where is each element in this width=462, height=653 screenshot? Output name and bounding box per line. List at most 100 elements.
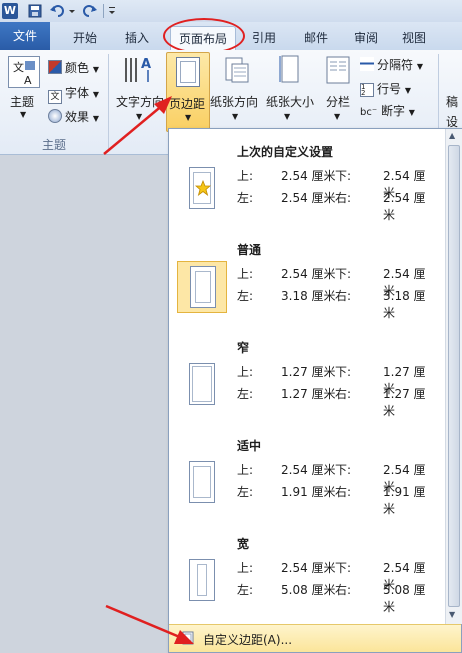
hyphenation-button[interactable]: bc⁻ 断字 ▼ bbox=[360, 102, 415, 119]
theme-colors-button[interactable]: 颜色 ▼ bbox=[48, 59, 99, 76]
top-value: 2.54 厘米 bbox=[281, 561, 336, 575]
scroll-down-icon[interactable]: ▼ bbox=[449, 610, 455, 619]
draft-button-label[interactable]: 稿 bbox=[446, 93, 458, 110]
margins-dropdown-icon: ▼ bbox=[185, 113, 192, 122]
breaks-button[interactable]: 分隔符 ▼ bbox=[360, 56, 423, 73]
custom-margins-label: 自定义边距(A)... bbox=[203, 633, 293, 647]
breaks-icon bbox=[360, 57, 374, 71]
margin-preset-name: 宽 bbox=[237, 537, 250, 551]
left-label: 左: bbox=[237, 191, 254, 205]
top-label: 上: bbox=[237, 365, 254, 379]
margin-preset-thumbnail bbox=[177, 163, 227, 215]
columns-dropdown-icon[interactable]: ▼ bbox=[334, 112, 340, 121]
theme-colors-icon bbox=[48, 60, 62, 74]
word-app-icon[interactable]: W bbox=[2, 3, 18, 19]
tab-home[interactable]: 开始 bbox=[62, 26, 108, 50]
annotation-arrow-to-margins bbox=[103, 96, 172, 155]
right-value: 1.91 厘米 bbox=[383, 485, 426, 516]
scroll-up-icon[interactable]: ▲ bbox=[449, 131, 455, 140]
bottom-label: 下: bbox=[335, 169, 352, 183]
margins-gallery-list: 上次的自定义设置 上: 2.54 厘米 下: 2.54 厘米 左: 2.54 厘… bbox=[169, 129, 445, 624]
hyphenation-label: 断字 bbox=[380, 104, 405, 118]
top-label: 上: bbox=[237, 463, 254, 477]
margin-preset-normal[interactable]: 普通 上: 2.54 厘米 下: 2.54 厘米 左: 3.18 厘米 右: 3… bbox=[169, 227, 445, 325]
right-label: 右: bbox=[335, 387, 352, 401]
paper-size-label[interactable]: 纸张大小 bbox=[266, 93, 314, 110]
margin-preset-wide[interactable]: 宽 上: 2.54 厘米 下: 2.54 厘米 左: 5.08 厘米 右: 5.… bbox=[169, 521, 445, 619]
top-value: 2.54 厘米 bbox=[281, 169, 336, 183]
last-custom-page-icon bbox=[189, 167, 215, 209]
orientation-icon[interactable] bbox=[224, 54, 250, 84]
margins-icon bbox=[176, 57, 200, 87]
text-direction-icon[interactable]: A bbox=[122, 54, 156, 84]
annotation-arrow-to-custom-margins bbox=[105, 604, 194, 644]
undo-dropdown-icon[interactable] bbox=[68, 3, 76, 19]
top-label: 上: bbox=[237, 169, 254, 183]
hyphenation-icon: bc⁻ bbox=[360, 107, 378, 118]
left-value: 3.18 厘米 bbox=[281, 289, 336, 303]
bottom-label: 下: bbox=[335, 267, 352, 281]
right-label: 右: bbox=[335, 191, 352, 205]
top-label: 上: bbox=[237, 561, 254, 575]
tab-review[interactable]: 审阅 bbox=[346, 26, 386, 50]
right-value: 5.08 厘米 bbox=[383, 583, 426, 614]
svg-text:A: A bbox=[24, 74, 32, 87]
tab-references[interactable]: 引用 bbox=[244, 26, 284, 50]
theme-fonts-label: 字体 bbox=[65, 86, 90, 100]
bottom-label: 下: bbox=[335, 561, 352, 575]
left-value: 5.08 厘米 bbox=[281, 583, 336, 597]
margins-gallery: 上次的自定义设置 上: 2.54 厘米 下: 2.54 厘米 左: 2.54 厘… bbox=[168, 128, 462, 653]
theme-button-label[interactable]: 主题 bbox=[10, 93, 34, 110]
line-numbers-icon: 12 bbox=[360, 83, 374, 97]
group-label-theme: 主题 bbox=[42, 138, 67, 152]
tab-view[interactable]: 视图 bbox=[394, 26, 434, 50]
left-label: 左: bbox=[237, 583, 254, 597]
theme-fonts-button[interactable]: 文字体 ▼ bbox=[48, 84, 99, 104]
gallery-scrollbar[interactable]: ▲ ▼ bbox=[445, 129, 462, 624]
undo-icon[interactable] bbox=[50, 3, 66, 19]
margin-preset-name: 普通 bbox=[237, 243, 262, 257]
customize-toolbar-icon[interactable] bbox=[108, 3, 116, 19]
right-value: 1.27 厘米 bbox=[383, 387, 426, 418]
theme-colors-label: 颜色 bbox=[65, 61, 90, 75]
scrollbar-thumb[interactable] bbox=[448, 145, 460, 607]
tab-mailings[interactable]: 邮件 bbox=[296, 26, 336, 50]
columns-label[interactable]: 分栏 bbox=[326, 93, 350, 110]
bottom-label: 下: bbox=[335, 463, 352, 477]
top-label: 上: bbox=[237, 267, 254, 281]
margin-preset-thumbnail bbox=[177, 457, 227, 509]
narrow-page-icon bbox=[189, 363, 215, 405]
svg-text:A: A bbox=[141, 57, 151, 72]
right-value: 3.18 厘米 bbox=[383, 289, 426, 320]
save-icon[interactable] bbox=[28, 3, 42, 19]
paper-size-dropdown-icon[interactable]: ▼ bbox=[284, 112, 290, 121]
theme-effects-button[interactable]: 效果 ▼ bbox=[48, 108, 99, 125]
theme-icon[interactable]: 文 A bbox=[8, 56, 40, 88]
svg-text:文: 文 bbox=[13, 60, 24, 74]
right-label: 右: bbox=[335, 289, 352, 303]
line-numbers-button[interactable]: 1 2 行号 ▼ bbox=[360, 80, 411, 97]
wide-page-icon bbox=[189, 559, 215, 601]
tab-insert[interactable]: 插入 bbox=[116, 26, 158, 50]
orientation-label[interactable]: 纸张方向 bbox=[210, 93, 258, 110]
line-numbers-label: 行号 bbox=[377, 82, 402, 96]
margin-preset-name: 窄 bbox=[237, 341, 250, 355]
paper-size-icon[interactable] bbox=[278, 54, 300, 84]
bottom-label: 下: bbox=[335, 365, 352, 379]
margin-preset-last-custom[interactable]: 上次的自定义设置 上: 2.54 厘米 下: 2.54 厘米 左: 2.54 厘… bbox=[169, 129, 445, 227]
columns-icon[interactable] bbox=[326, 56, 350, 84]
top-value: 2.54 厘米 bbox=[281, 463, 336, 477]
tab-file[interactable]: 文件 bbox=[0, 22, 50, 50]
left-value: 2.54 厘米 bbox=[281, 191, 336, 205]
custom-margins-menu-item[interactable]: 自定义边距(A)... bbox=[169, 624, 461, 652]
theme-effects-label: 效果 bbox=[65, 110, 90, 124]
theme-dropdown-icon[interactable]: ▼ bbox=[20, 110, 26, 119]
breaks-label: 分隔符 bbox=[377, 58, 414, 72]
moderate-page-icon bbox=[189, 461, 215, 503]
redo-icon[interactable] bbox=[82, 3, 98, 19]
orientation-dropdown-icon[interactable]: ▼ bbox=[232, 112, 238, 121]
margin-preset-moderate[interactable]: 适中 上: 2.54 厘米 下: 2.54 厘米 左: 1.91 厘米 右: 1… bbox=[169, 423, 445, 521]
margin-preset-narrow[interactable]: 窄 上: 1.27 厘米 下: 1.27 厘米 左: 1.27 厘米 右: 1.… bbox=[169, 325, 445, 423]
left-label: 左: bbox=[237, 387, 254, 401]
theme-effects-icon bbox=[48, 109, 62, 123]
